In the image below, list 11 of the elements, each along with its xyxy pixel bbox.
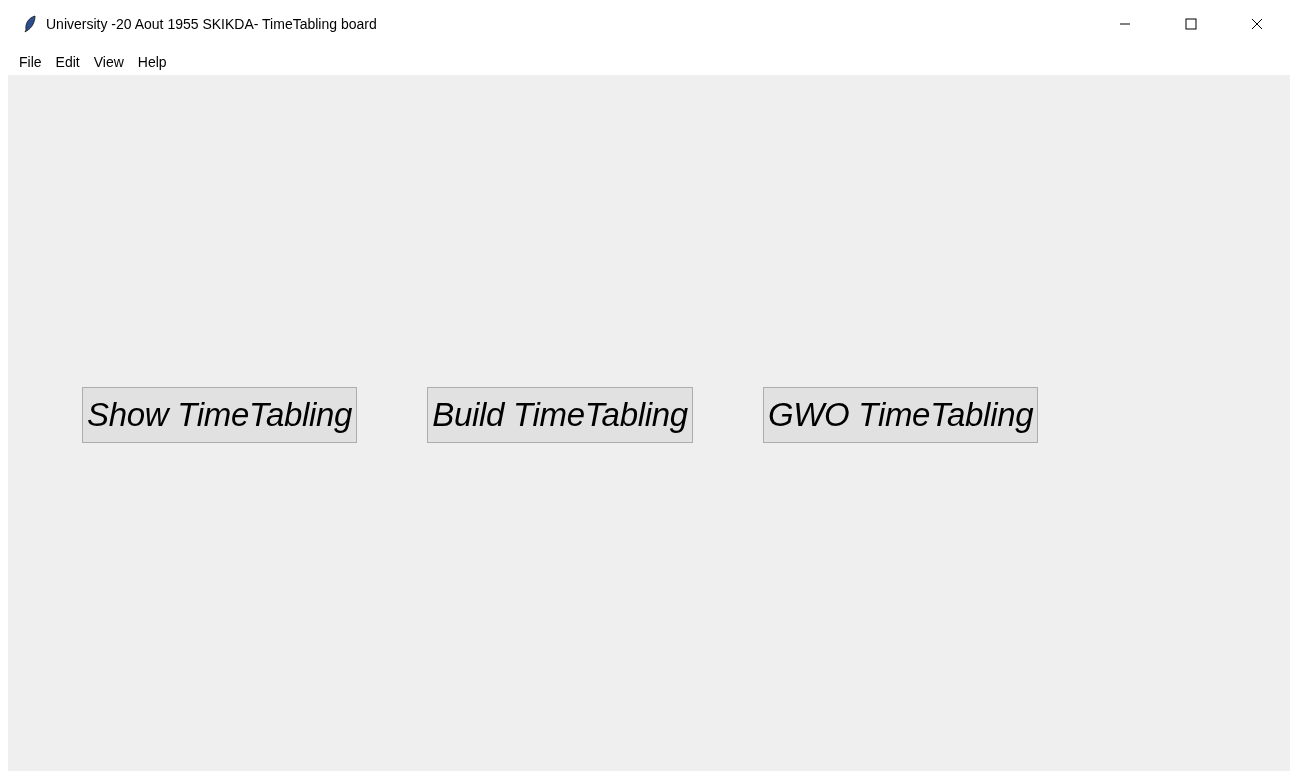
maximize-icon [1185, 18, 1197, 30]
menu-item[interactable]: File [12, 51, 49, 72]
menu-item[interactable]: View [86, 51, 131, 72]
menu-item[interactable]: Edit [48, 51, 87, 72]
menu-item[interactable]: Help [130, 51, 174, 72]
feather-icon [24, 15, 36, 33]
timetabling-button[interactable]: Show TimeTabling [82, 387, 358, 443]
timetabling-button[interactable]: GWO TimeTabling [762, 387, 1039, 443]
timetabling-button[interactable]: Build TimeTabling [427, 387, 693, 443]
window-title: University -20 Aout 1955 SKIKDA- TimeTabling board [46, 16, 377, 32]
close-icon [1251, 18, 1263, 30]
